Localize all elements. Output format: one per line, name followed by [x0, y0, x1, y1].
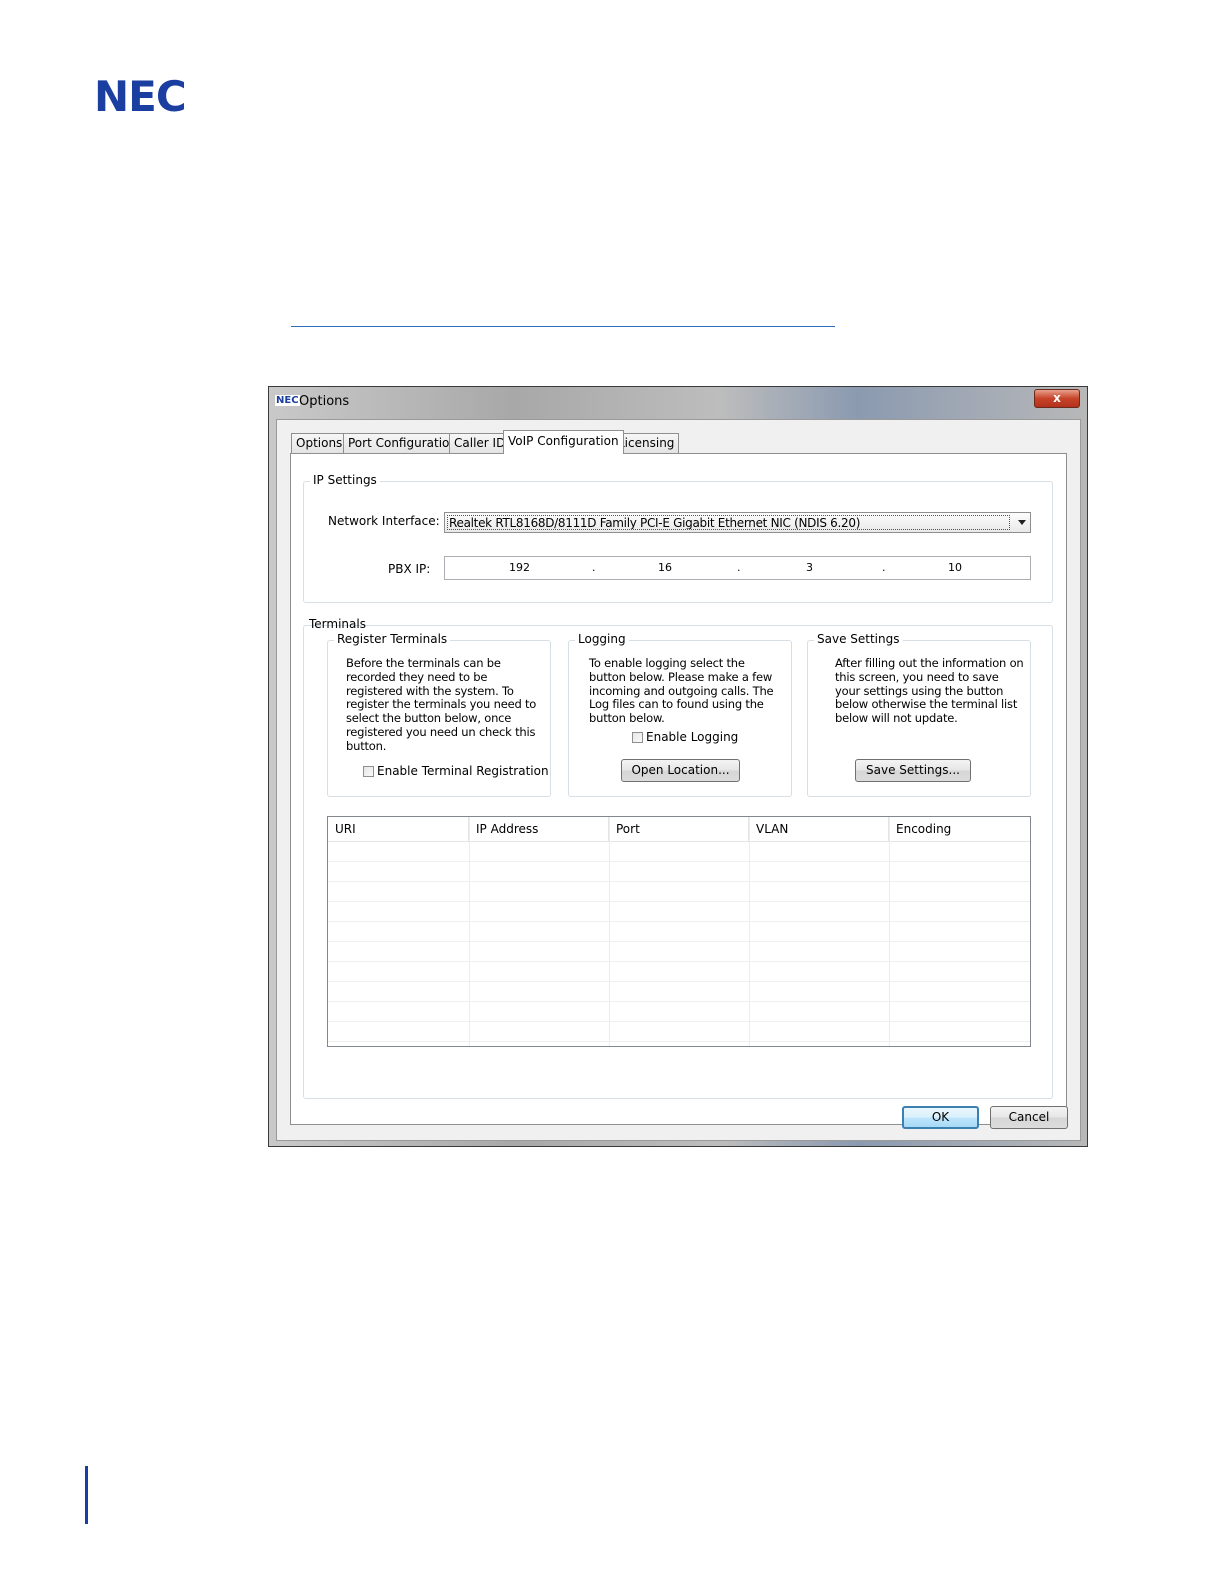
pbx-ip-octet-1[interactable]: 192 [509, 561, 530, 574]
terminal-list-header: URI IP Address Port VLAN Encoding [328, 817, 1030, 842]
pbx-ip-label: PBX IP: [388, 562, 431, 576]
network-interface-label: Network Interface: [328, 514, 440, 528]
column-header-ip-address[interactable]: IP Address [469, 817, 609, 841]
save-settings-group: Save Settings After filling out the info… [807, 632, 1031, 797]
options-window: NEC Options x Options Port Configuration… [268, 386, 1088, 1147]
ip-settings-group: IP Settings Network Interface: Realtek R… [303, 473, 1053, 603]
terminals-group: Terminals Register Terminals Before the … [303, 617, 1053, 1099]
register-terminals-group: Register Terminals Before the terminals … [327, 632, 551, 797]
tab-port-configuration[interactable]: Port Configuration [343, 433, 462, 453]
save-settings-label: Save Settings [814, 632, 903, 646]
tab-caller-id[interactable]: Caller ID [449, 433, 511, 453]
table-row[interactable] [328, 962, 1030, 982]
pbx-ip-octet-4[interactable]: 10 [948, 561, 962, 574]
enable-logging[interactable]: Enable Logging [632, 730, 738, 744]
open-location-button[interactable]: Open Location... [621, 759, 740, 782]
enable-terminal-registration-checkbox[interactable] [363, 766, 374, 777]
logging-description: To enable logging select the button belo… [589, 656, 774, 726]
title-bar[interactable]: NEC Options x [269, 387, 1087, 417]
logging-label: Logging [575, 632, 629, 646]
enable-terminal-registration-label: Enable Terminal Registration [377, 764, 549, 778]
network-interface-dropdown[interactable]: Realtek RTL8168D/8111D Family PCI-E Giga… [444, 512, 1031, 533]
table-row[interactable] [328, 862, 1030, 882]
register-terminals-label: Register Terminals [334, 632, 451, 646]
ip-settings-label: IP Settings [310, 473, 380, 487]
pbx-ip-field[interactable]: 192 . 16 . 3 . 10 [444, 556, 1031, 580]
network-interface-value: Realtek RTL8168D/8111D Family PCI-E Giga… [447, 515, 1010, 530]
enable-logging-label: Enable Logging [646, 730, 739, 744]
table-row[interactable] [328, 922, 1030, 942]
window-title: Options [299, 394, 350, 409]
logging-group: Logging To enable logging select the but… [568, 632, 792, 797]
enable-logging-checkbox[interactable] [632, 732, 643, 743]
window-client: Options Port Configuration Caller ID VoI… [276, 419, 1081, 1141]
column-header-port[interactable]: Port [609, 817, 749, 841]
ok-button[interactable]: OK [902, 1106, 979, 1129]
pbx-ip-separator: . [592, 561, 596, 574]
pbx-ip-separator: . [882, 561, 886, 574]
close-icon: x [1053, 391, 1061, 405]
chevron-down-icon [1018, 520, 1026, 525]
column-header-uri[interactable]: URI [328, 817, 469, 841]
enable-terminal-registration[interactable]: Enable Terminal Registration [363, 764, 549, 778]
table-row[interactable] [328, 882, 1030, 902]
table-row[interactable] [328, 842, 1030, 862]
tab-options[interactable]: Options [291, 433, 348, 453]
voip-configuration-panel: IP Settings Network Interface: Realtek R… [290, 453, 1067, 1125]
column-header-encoding[interactable]: Encoding [889, 817, 1030, 841]
tab-voip-configuration[interactable]: VoIP Configuration [503, 430, 624, 454]
app-icon: NEC [275, 395, 300, 406]
page-header-rule [291, 326, 835, 327]
terminal-list[interactable]: URI IP Address Port VLAN Encoding [327, 816, 1031, 1047]
pbx-ip-octet-3[interactable]: 3 [806, 561, 813, 574]
pbx-ip-octet-2[interactable]: 16 [658, 561, 672, 574]
table-row[interactable] [328, 942, 1030, 962]
table-row[interactable] [328, 1022, 1030, 1042]
close-button[interactable]: x [1034, 389, 1080, 408]
table-row[interactable] [328, 982, 1030, 1002]
column-header-vlan[interactable]: VLAN [749, 817, 889, 841]
save-settings-description: After filling out the information on thi… [835, 656, 1024, 726]
page-footer-rule [85, 1466, 88, 1524]
terminals-label: Terminals [309, 617, 366, 631]
table-row[interactable] [328, 1002, 1030, 1022]
table-row[interactable] [328, 902, 1030, 922]
save-settings-button[interactable]: Save Settings... [855, 759, 971, 782]
register-terminals-description: Before the terminals can be recorded the… [346, 656, 537, 753]
pbx-ip-separator: . [737, 561, 741, 574]
cancel-button[interactable]: Cancel [990, 1106, 1068, 1129]
nec-logo: NEC [94, 72, 187, 121]
